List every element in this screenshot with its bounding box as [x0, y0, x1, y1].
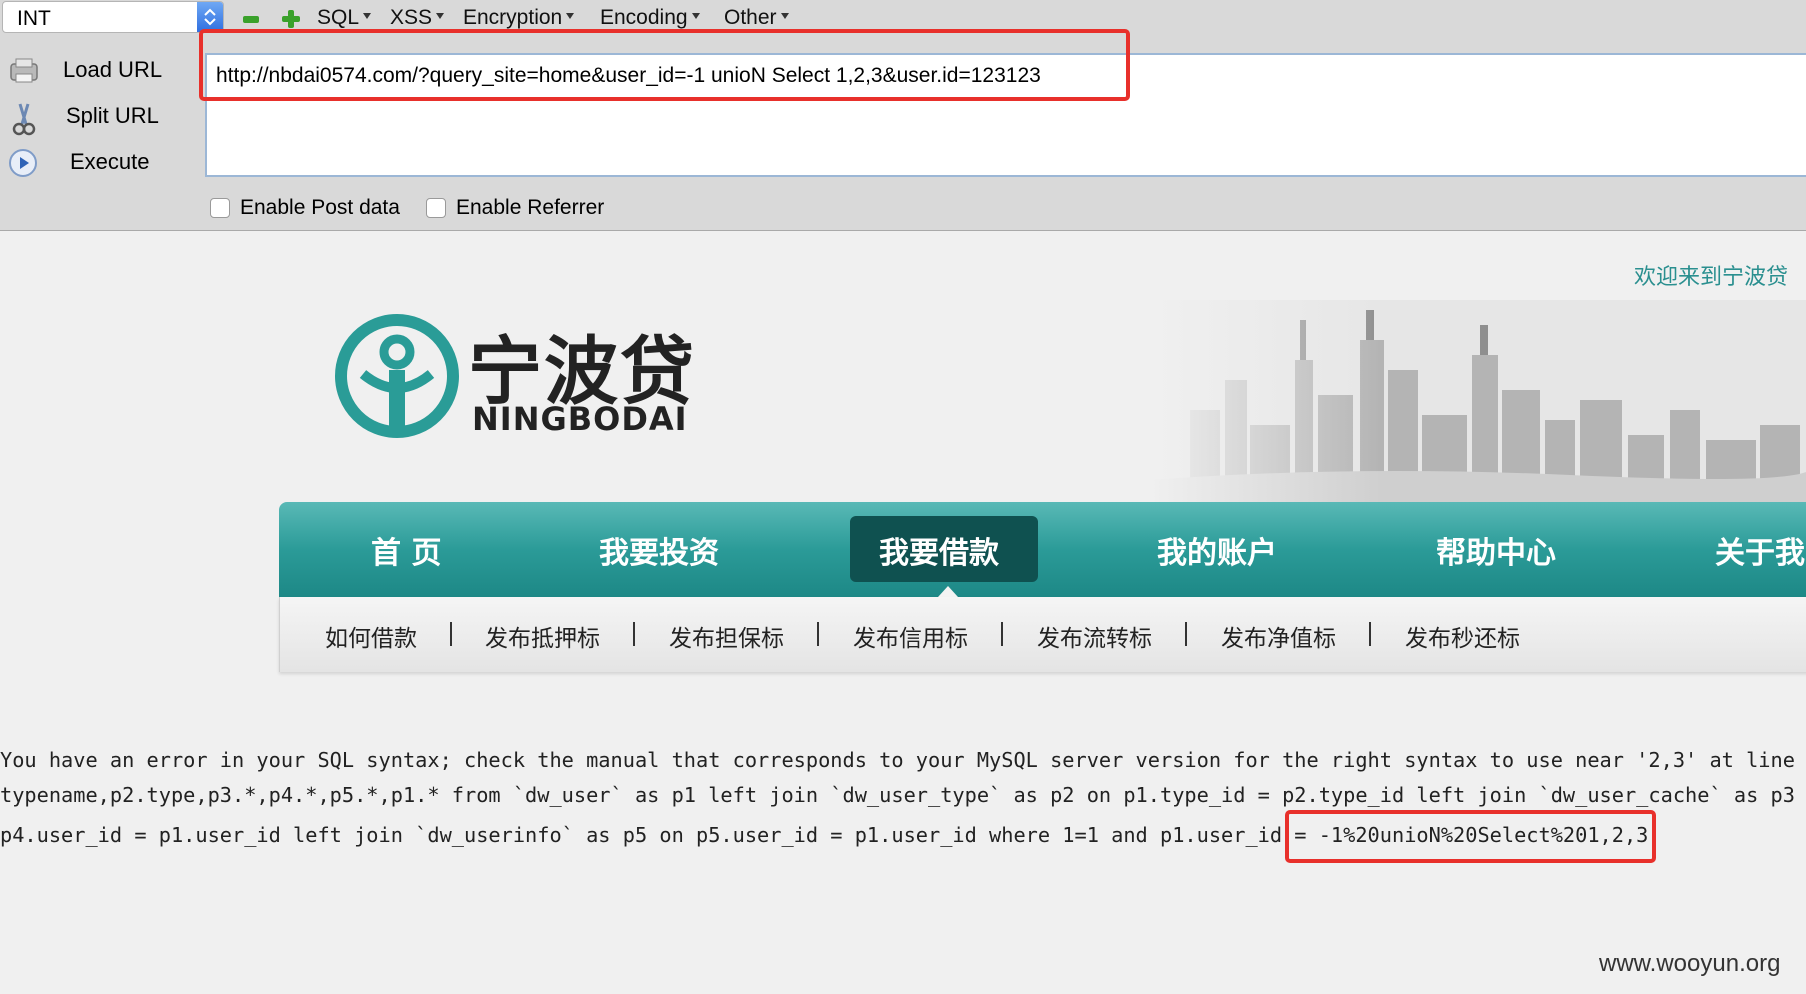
- caret-down-icon: [436, 13, 445, 19]
- welcome-text: 欢迎来到宁波贷: [1634, 265, 1789, 290]
- subnav-mortgage[interactable]: 发布抵押标: [485, 619, 600, 653]
- load-url-label: Load URL: [63, 57, 163, 82]
- menu-encoding[interactable]: Encoding: [600, 6, 700, 30]
- subnav-guarantee[interactable]: 发布担保标: [669, 619, 784, 653]
- post-data-checkbox[interactable]: [210, 198, 230, 218]
- nav-active-arrow-icon: [938, 586, 958, 597]
- menu-other-label: Other: [724, 6, 777, 29]
- split-url-label: Split URL: [66, 103, 159, 128]
- subnav-separator: [817, 622, 819, 646]
- sub-nav: 如何借款 发布抵押标 发布担保标 发布信用标 发布流转标 发布净值标 发布秒还标: [279, 597, 1806, 672]
- decrement-icon[interactable]: [243, 16, 259, 23]
- menu-xss-label: XSS: [390, 6, 433, 29]
- subnav-credit[interactable]: 发布信用标: [853, 619, 968, 653]
- subnav-separator: [633, 622, 635, 646]
- sql-error-line-2: typename,p2.type,p3.*,p4.*,p5.*,p1.* fro…: [0, 783, 1806, 807]
- caret-down-icon: [566, 13, 575, 19]
- caret-down-icon: [363, 13, 372, 19]
- subnav-instant-repay[interactable]: 发布秒还标: [1405, 619, 1520, 653]
- scissors-icon: [8, 102, 40, 141]
- subnav-separator: [1185, 622, 1187, 646]
- hackbar-menu-row: INT SQL XSS Encryption Encoding Other: [0, 0, 1806, 36]
- subnav-separator: [1369, 622, 1371, 646]
- main-nav: 首 页 我要投资 我要借款 我的账户 帮助中心 关于我: [279, 502, 1806, 597]
- select-stepper-icon[interactable]: [197, 2, 223, 32]
- caret-down-icon: [691, 13, 700, 19]
- menu-encoding-label: Encoding: [600, 6, 688, 29]
- nav-about[interactable]: 关于我: [1715, 528, 1805, 572]
- logo-english-name: NINGBODAI: [472, 400, 688, 438]
- sql-error-line-1: You have an error in your SQL syntax; ch…: [0, 748, 1806, 772]
- load-url-icon: [8, 56, 40, 91]
- menu-other[interactable]: Other: [724, 6, 789, 30]
- load-url-button[interactable]: Load URL: [0, 50, 190, 90]
- play-icon: [8, 148, 38, 183]
- execute-label: Execute: [70, 149, 150, 174]
- nav-home[interactable]: 首 页: [371, 528, 441, 572]
- menu-encryption[interactable]: Encryption: [463, 6, 575, 30]
- ningbodai-logo-icon: [335, 314, 459, 438]
- url-text: http://nbdai0574.com/?query_site=home&us…: [216, 64, 1041, 87]
- execute-button[interactable]: Execute: [0, 142, 190, 182]
- referrer-checkbox[interactable]: [426, 198, 446, 218]
- nav-help[interactable]: 帮助中心: [1436, 528, 1556, 572]
- subnav-transfer[interactable]: 发布流转标: [1037, 619, 1152, 653]
- nav-invest[interactable]: 我要投资: [599, 528, 719, 572]
- mode-select-value: INT: [17, 7, 51, 30]
- mode-select[interactable]: INT: [2, 1, 224, 33]
- nav-account[interactable]: 我的账户: [1157, 528, 1277, 572]
- referrer-label[interactable]: Enable Referrer: [456, 196, 604, 220]
- menu-encryption-label: Encryption: [463, 6, 563, 29]
- subnav-how-to-borrow[interactable]: 如何借款: [325, 619, 417, 653]
- caret-down-icon: [780, 13, 789, 19]
- increment-icon[interactable]: [281, 9, 301, 29]
- subnav-separator: [450, 622, 452, 646]
- post-data-label[interactable]: Enable Post data: [240, 196, 400, 220]
- subnav-separator: [1001, 622, 1003, 646]
- subnav-net-value[interactable]: 发布净值标: [1221, 619, 1336, 653]
- menu-sql[interactable]: SQL: [317, 6, 372, 30]
- city-skyline-banner: [1150, 300, 1806, 505]
- menu-sql-label: SQL: [317, 6, 360, 29]
- error-highlight-annotation: [1285, 810, 1656, 863]
- hackbar-toolbar: INT SQL XSS Encryption Encoding Other Lo…: [0, 0, 1806, 231]
- url-textarea[interactable]: http://nbdai0574.com/?query_site=home&us…: [205, 53, 1806, 177]
- menu-xss[interactable]: XSS: [390, 6, 445, 30]
- watermark: www.wooyun.org: [1599, 950, 1781, 977]
- split-url-button[interactable]: Split URL: [0, 96, 190, 136]
- nav-borrow[interactable]: 我要借款: [879, 528, 999, 572]
